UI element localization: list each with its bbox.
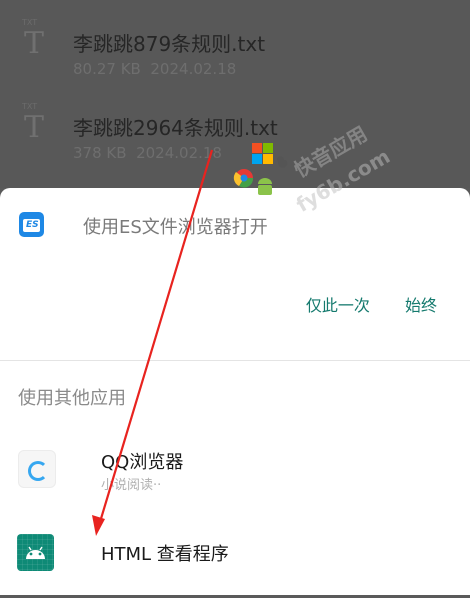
app-name: QQ浏览器 [101, 452, 184, 473]
file-date: 2024.02.18 [136, 144, 222, 162]
android-app-icon [17, 534, 54, 571]
text-file-icon: TXT T [22, 18, 45, 61]
file-meta: 378 KB 2024.02.18 [73, 144, 222, 162]
other-apps-title: 使用其他应用 [18, 388, 126, 409]
file-date: 2024.02.18 [150, 60, 237, 78]
action-buttons: 仅此一次 始终 [276, 292, 437, 316]
app-name: HTML 查看程序 [101, 544, 229, 565]
always-button[interactable]: 始终 [405, 292, 437, 316]
file-size: 80.27 KB [73, 60, 141, 78]
qq-browser-icon [18, 450, 56, 488]
text-file-icon: TXT T [22, 102, 45, 145]
app-item-html-viewer[interactable]: HTML 查看程序 [0, 534, 470, 598]
app-subtitle: 小说阅读·· [101, 478, 162, 493]
file-size: 378 KB [73, 144, 127, 162]
app-item-qq-browser[interactable]: QQ浏览器 小说阅读·· [0, 450, 470, 514]
watermark-logo-icon [233, 143, 288, 195]
file-meta: 80.27 KB 2024.02.18 [73, 60, 236, 78]
file-name: 李跳跳2964条规则.txt [73, 116, 278, 140]
es-file-explorer-icon: ES [19, 212, 44, 237]
file-row[interactable]: TXT T 李跳跳879条规则.txt 80.27 KB 2024.02.18 [0, 18, 470, 102]
watermark: 快音应用 fy6b.com [230, 121, 400, 250]
just-once-button[interactable]: 仅此一次 [306, 292, 370, 316]
file-name: 李跳跳879条规则.txt [73, 32, 266, 56]
divider [0, 360, 470, 361]
